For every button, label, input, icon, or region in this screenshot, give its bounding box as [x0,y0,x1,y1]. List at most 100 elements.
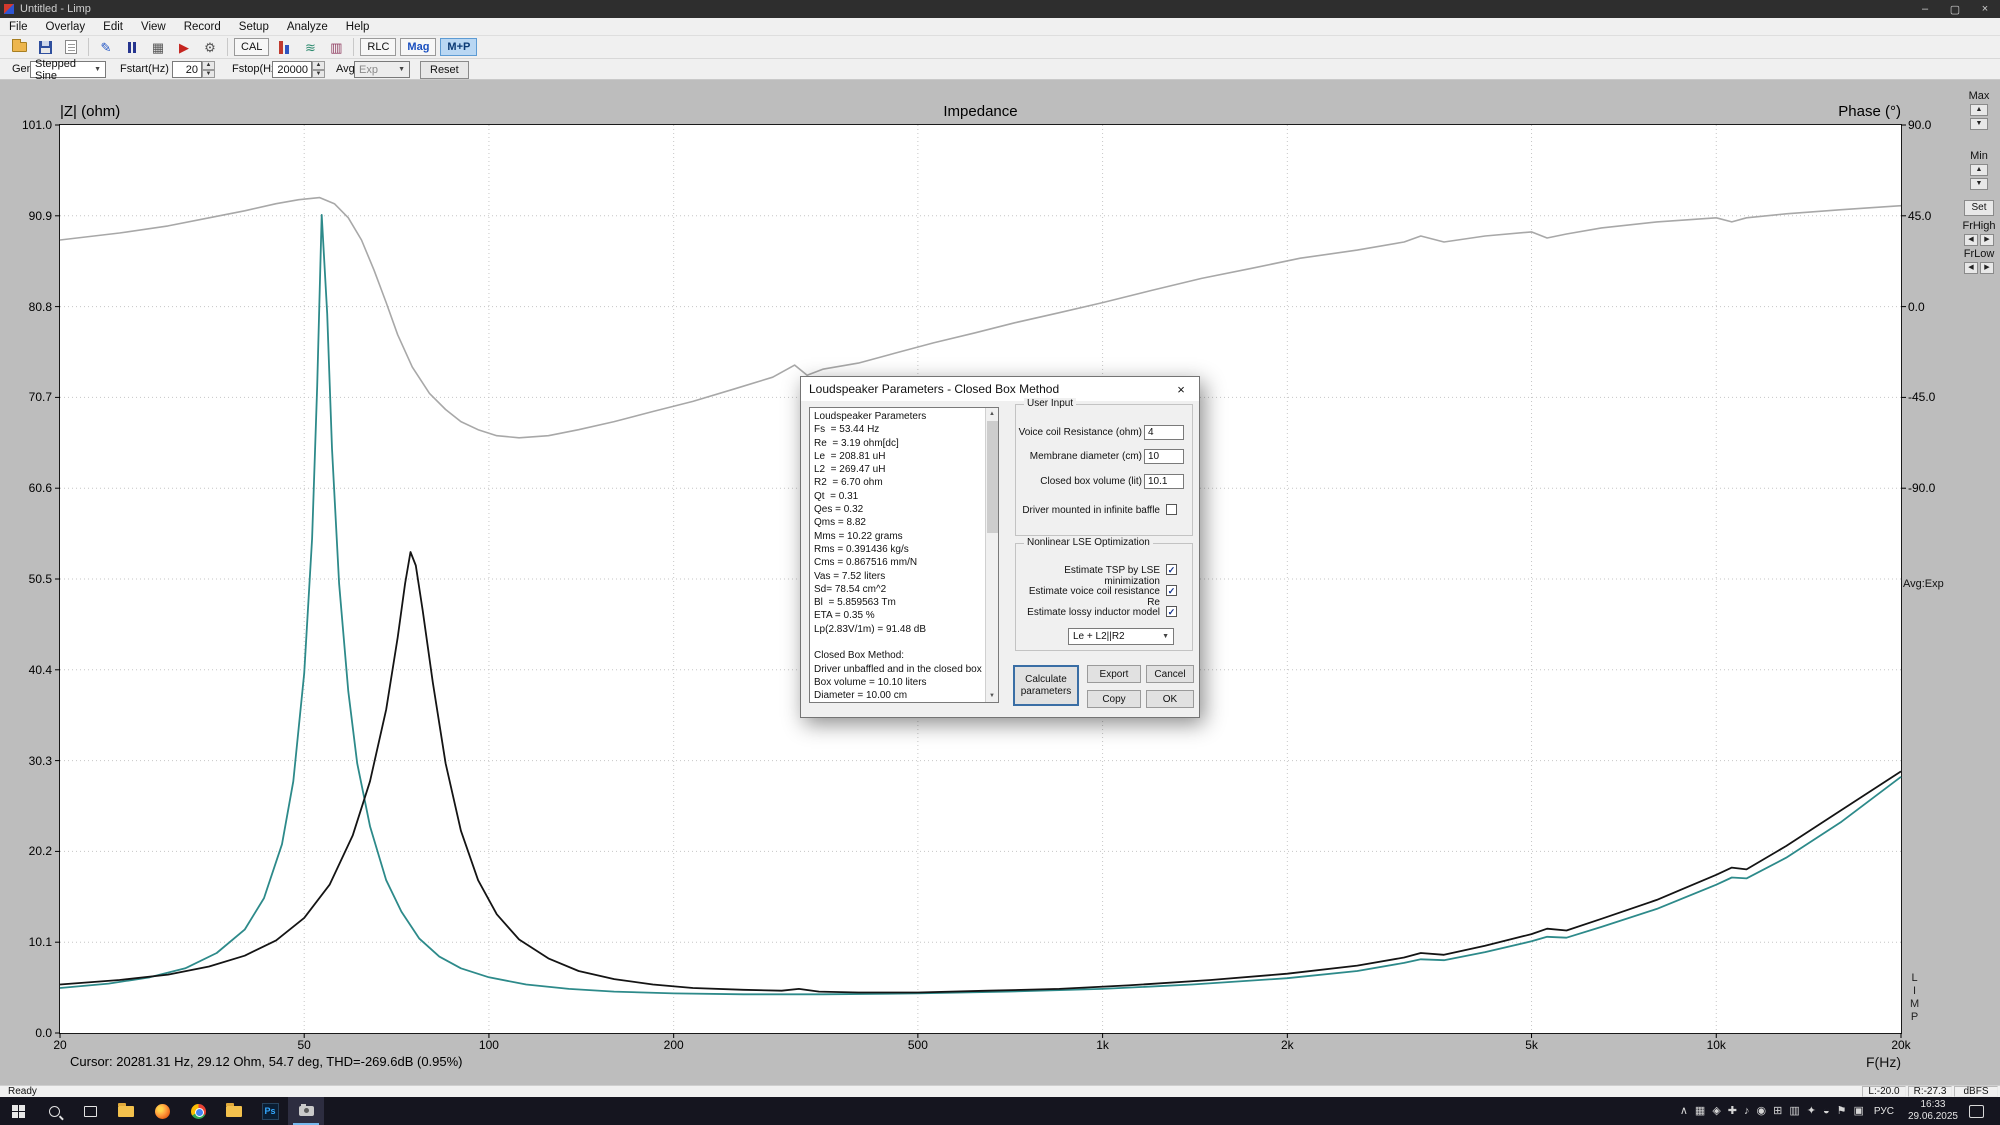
lse-check-label: Estimate voice coil resistance Re [1018,586,1160,608]
tray-icon[interactable]: ▦ [1695,1097,1705,1125]
result-line: Qms = 8.82 [814,516,994,529]
min-down-button[interactable]: ▼ [1970,178,1988,190]
fstart-stepper[interactable]: ▲▼ [202,61,215,78]
search-icon[interactable] [36,1097,72,1125]
result-line: Loudspeaker Parameters [814,410,994,423]
value-input[interactable]: 10.1 [1144,474,1184,489]
windows-taskbar: Ps ∧▦◈ ✚♪◉⊞▥ ✦◒⚑▣ РУС 16:33 29.06.2025 [0,1097,2000,1125]
tray-icon[interactable]: ▥ [1789,1097,1799,1125]
max-label: Max [1960,90,1998,102]
loudspeaker-parameters-dialog: Loudspeaker Parameters - Closed Box Meth… [800,376,1200,718]
fstart-input[interactable]: 20 [172,61,202,78]
pause-icon[interactable] [120,37,144,57]
fstop-stepper[interactable]: ▲▼ [312,61,325,78]
menu-analyze[interactable]: Analyze [278,18,337,36]
lse-checkbox[interactable]: ✓ [1166,564,1177,575]
export-page-icon[interactable] [59,37,83,57]
lse-check-label: Estimate TSP by LSE minimization [1018,565,1160,587]
frlow-stepper[interactable]: ◀▶ [1960,262,1998,274]
value-input[interactable]: 10 [1144,449,1184,464]
scrollbar-thumb[interactable] [987,421,998,533]
limp-app-window: { "window": {"title": "Untitled - Limp",… [0,0,2000,1125]
result-line: Fs = 53.44 Hz [814,423,994,436]
rlc-button[interactable]: RLC [360,38,396,56]
max-up-button[interactable]: ▲ [1970,104,1988,116]
save-file-icon[interactable] [33,37,57,57]
tray-icon[interactable]: ◉ [1757,1097,1767,1125]
menu-view[interactable]: View [132,18,175,36]
cancel-button[interactable]: Cancel [1146,665,1194,683]
frhigh-stepper[interactable]: ◀▶ [1960,234,1998,246]
screenshot-tool-icon[interactable] [288,1097,324,1125]
set-button[interactable]: Set [1964,200,1994,216]
lse-group-label: Nonlinear LSE Optimization [1024,537,1153,548]
tray-icon[interactable]: ∧ [1680,1097,1688,1125]
menu-setup[interactable]: Setup [230,18,278,36]
mp-button[interactable]: M+P [440,38,477,56]
lse-check-label: Estimate lossy inductor model [1018,607,1160,618]
baffle-checkbox[interactable] [1166,504,1177,515]
right-axis-title: Phase (°) [1701,103,1901,120]
minimize-button[interactable]: – [1910,0,1940,18]
dialog-close-button[interactable]: × [1163,377,1199,401]
tray-icon[interactable]: ◈ [1712,1097,1720,1125]
results-scrollbar[interactable]: ▲ ▼ [985,408,998,702]
edit-pencil-icon[interactable]: ✎ [94,37,118,57]
task-view-icon[interactable] [72,1097,108,1125]
start-button[interactable] [0,1097,36,1125]
folder-icon[interactable] [216,1097,252,1125]
tray-icon[interactable]: ♪ [1744,1097,1750,1125]
menu-overlay[interactable]: Overlay [37,18,95,36]
record-start-icon[interactable]: ▶ [172,37,196,57]
chrome-icon[interactable] [180,1097,216,1125]
level-bars-icon[interactable] [272,37,296,57]
inductor-model-select[interactable]: Le + L2||R2▼ [1068,628,1174,645]
export-button[interactable]: Export [1087,665,1141,683]
setup-gear-icon[interactable]: ⚙ [198,37,222,57]
scroll-down-icon[interactable]: ▼ [986,690,998,702]
mag-button[interactable]: Mag [400,38,436,56]
avg-select[interactable]: Exp▼ [354,61,410,78]
action-center-icon[interactable] [1969,1105,1984,1118]
tray-icon[interactable]: ⚑ [1837,1097,1847,1125]
menu-record[interactable]: Record [175,18,230,36]
overlay-curves-icon[interactable]: ≋ [298,37,322,57]
language-indicator[interactable]: РУС [1871,1106,1897,1117]
spectrum-icon[interactable]: ▥ [324,37,348,57]
left-level-readout: L:-20.0 [1862,1086,1906,1097]
file-explorer-icon[interactable] [108,1097,144,1125]
generator-type-select[interactable]: Stepped Sine▼ [30,61,106,78]
tray-icon[interactable]: ✚ [1728,1097,1737,1125]
close-button[interactable]: × [1970,0,2000,18]
firefox-icon[interactable] [144,1097,180,1125]
tray-icon[interactable]: ▣ [1854,1097,1864,1125]
tray-icon[interactable]: ⊞ [1773,1097,1782,1125]
reset-button[interactable]: Reset [420,61,469,79]
fstop-input[interactable]: 20000 [272,61,312,78]
open-file-icon[interactable] [7,37,31,57]
parameters-results-box[interactable]: ▲ ▼ Loudspeaker ParametersFs = 53.44 HzR… [809,407,999,703]
menu-help[interactable]: Help [337,18,379,36]
value-input[interactable]: 4 [1144,425,1184,440]
calculate-parameters-button[interactable]: Calculate parameters [1013,665,1079,706]
lse-checkbox[interactable]: ✓ [1166,606,1177,617]
maximize-button[interactable]: ▢ [1940,0,1970,18]
photoshop-icon[interactable]: Ps [252,1097,288,1125]
title-bar: Untitled - Limp – ▢ × [0,0,2000,18]
cal-button[interactable]: CAL [234,38,269,56]
menu-edit[interactable]: Edit [94,18,132,36]
user-input-group: User Input Voice coil Resistance (ohm)4M… [1015,404,1193,536]
lse-checkbox[interactable]: ✓ [1166,585,1177,596]
scroll-up-icon[interactable]: ▲ [986,408,998,420]
copy-button[interactable]: Copy [1087,690,1141,708]
dialog-title-bar[interactable]: Loudspeaker Parameters - Closed Box Meth… [801,377,1199,401]
max-down-button[interactable]: ▼ [1970,118,1988,130]
tray-icon[interactable]: ✦ [1807,1097,1816,1125]
min-up-button[interactable]: ▲ [1970,164,1988,176]
clock[interactable]: 16:33 29.06.2025 [1904,1099,1962,1123]
data-table-icon[interactable]: ▦ [146,37,170,57]
phase-tick-label: 45.0 [1908,209,1931,223]
tray-icon[interactable]: ◒ [1823,1097,1830,1125]
menu-file[interactable]: File [0,18,37,36]
ok-button[interactable]: OK [1146,690,1194,708]
